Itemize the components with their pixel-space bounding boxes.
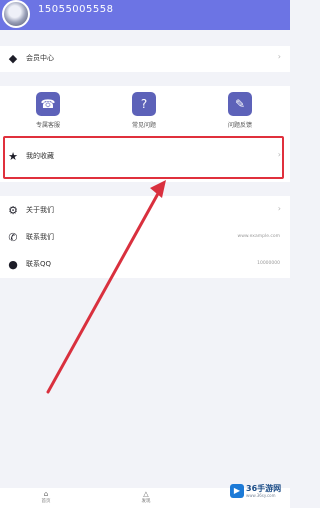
faq-icon: ? [132,92,156,116]
chevron-right-icon: › [277,204,281,213]
qq-label: 联系QQ [26,260,52,268]
gear-icon: ⚙ [8,204,18,217]
qq-row[interactable]: ● 联系QQ 10000000 [0,252,290,278]
member-center-label: 会员中心 [26,54,54,62]
avatar[interactable] [2,0,30,28]
site-watermark: ▶ 36手游网 www.36sy.com [230,482,288,500]
profile-header: 15055005558 [0,0,290,30]
member-center-card[interactable]: ◆ 会员中心 › [0,46,290,72]
diamond-icon: ◆ [8,52,18,65]
user-phone: 15055005558 [38,4,114,15]
quick-action-label: 常见问题 [131,122,156,129]
tab-discover[interactable]: △ 发现 [126,490,166,504]
brand-logo-icon: ▶ [230,484,244,498]
home-icon: ⌂ [43,490,49,498]
chevron-right-icon: › [277,52,281,61]
highlight-box [3,136,284,179]
qq-value: 10000000 [257,261,280,266]
tab-label: 首页 [41,499,51,504]
quick-action-faq[interactable]: ? 常见问题 [114,90,174,136]
contact-value: www.example.com [237,234,280,239]
phone-icon: ✆ [8,231,18,244]
about-row[interactable]: ⚙ 关于我们 › [0,198,290,224]
tab-label: 发现 [141,499,151,504]
customer-service-icon: ☎ [36,92,60,116]
contact-label: 联系我们 [26,233,54,241]
quick-action-feedback[interactable]: ✎ 问题反馈 [210,90,270,136]
member-center-row[interactable]: ◆ 会员中心 › [0,46,290,72]
quick-action-label: 专属客服 [35,122,60,129]
contact-row[interactable]: ✆ 联系我们 www.example.com [0,225,290,251]
discover-icon: △ [143,490,149,498]
quick-action-label: 问题反馈 [227,122,252,129]
feedback-icon: ✎ [228,92,252,116]
quick-action-customer-service[interactable]: ☎ 专属客服 [18,90,78,136]
qq-icon: ● [8,258,18,271]
watermark-url: www.36sy.com [246,493,276,498]
tab-home[interactable]: ⌂ 首页 [26,490,66,504]
about-label: 关于我们 [26,206,54,214]
